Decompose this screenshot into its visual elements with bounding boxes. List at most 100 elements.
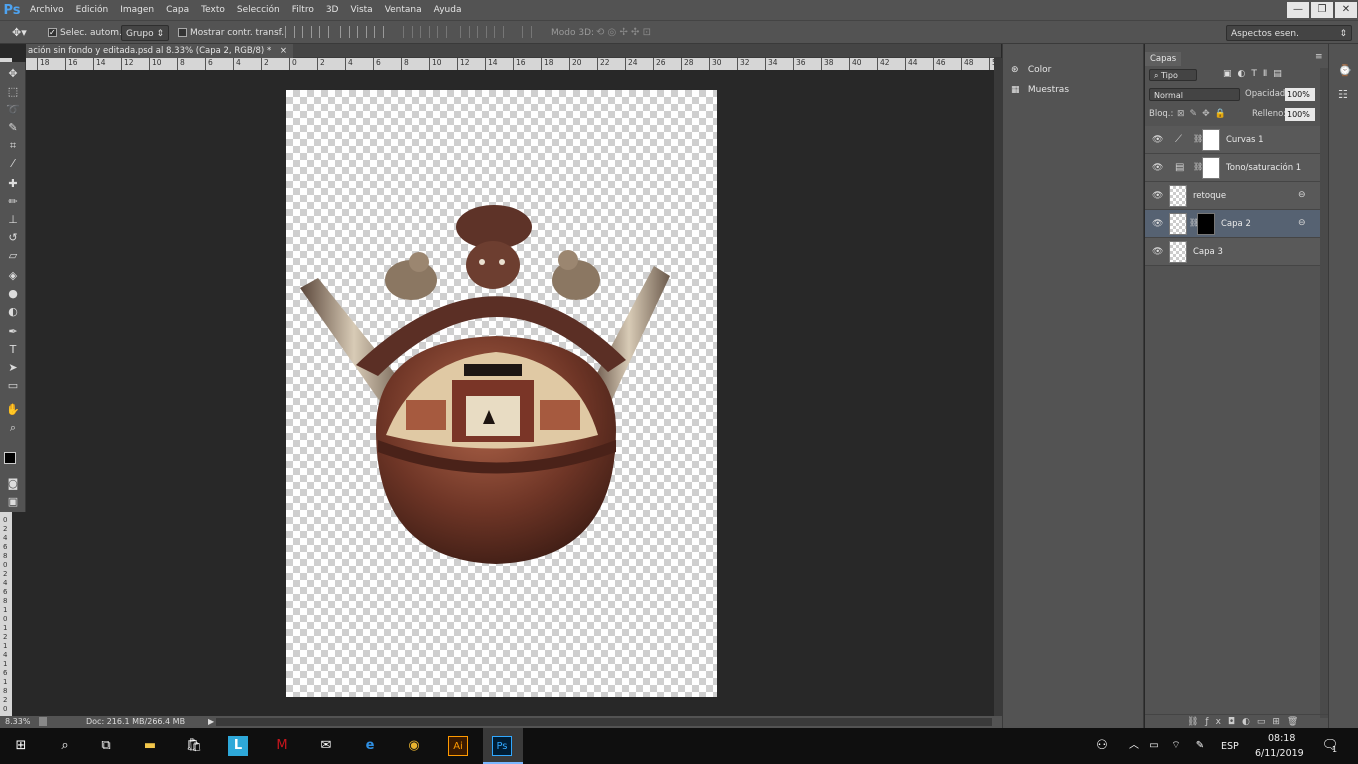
language-indicator[interactable]: ESP: [1221, 741, 1239, 752]
file-explorer-icon[interactable]: ▬: [140, 736, 160, 756]
minimize-button[interactable]: —: [1287, 2, 1309, 18]
layer-name[interactable]: Tono/saturación 1: [1226, 154, 1301, 182]
layer-thumbnail[interactable]: [1169, 241, 1187, 263]
pen-tool-icon[interactable]: ✒: [5, 324, 21, 340]
visibility-eye-icon[interactable]: 👁: [1152, 135, 1163, 145]
visibility-eye-icon[interactable]: 👁: [1152, 191, 1163, 201]
swatches-panel-button[interactable]: ▦ Muestras: [1011, 81, 1069, 99]
close-button[interactable]: ✕: [1335, 2, 1357, 18]
3d-tools-icons[interactable]: ⟲ ◎ ✢ ✣ ⊡: [596, 25, 651, 41]
paint-bucket-tool-icon[interactable]: ◈: [5, 268, 21, 284]
fill-input[interactable]: 100%: [1285, 108, 1315, 121]
battery-icon[interactable]: ▭: [1144, 736, 1164, 756]
quick-select-tool-icon[interactable]: ✎: [5, 120, 21, 136]
foreground-color-swatch[interactable]: [4, 452, 16, 464]
menu-vista[interactable]: Vista: [344, 0, 378, 20]
distribute-right-icon[interactable]: [494, 26, 504, 38]
menu-archivo[interactable]: Archivo: [24, 0, 70, 20]
move-tool-icon[interactable]: ✥: [5, 66, 21, 82]
dodge-tool-icon[interactable]: ◐: [5, 304, 21, 320]
vertical-scrollbar[interactable]: [994, 58, 1002, 716]
layer-mask-thumbnail[interactable]: [1197, 213, 1215, 235]
layer-row[interactable]: 👁 Capa 3: [1145, 238, 1320, 266]
distribute-top-icon[interactable]: [403, 26, 413, 38]
properties-panel-icon[interactable]: ☷: [1338, 88, 1348, 101]
align-left-icon[interactable]: [340, 26, 350, 38]
wifi-icon[interactable]: ⌔: [1166, 736, 1186, 756]
edge-browser-icon[interactable]: e: [360, 736, 380, 756]
layer-filter-dropdown[interactable]: ⌕ Tipo: [1149, 69, 1197, 81]
lasso-tool-icon[interactable]: ➰: [5, 102, 21, 118]
close-tab-icon[interactable]: ×: [280, 46, 287, 56]
distribute-bottom-icon[interactable]: [437, 26, 447, 38]
people-icon[interactable]: ⚇: [1092, 736, 1112, 756]
layer-name[interactable]: Capa 2: [1221, 210, 1251, 238]
restore-button[interactable]: ❐: [1311, 2, 1333, 18]
show-hidden-icons-chevron-icon[interactable]: ︿: [1124, 736, 1144, 756]
status-arrow-icon[interactable]: ▶: [208, 717, 214, 726]
layer-mask-thumbnail[interactable]: [1202, 157, 1220, 179]
align-right-icon[interactable]: [374, 26, 384, 38]
layer-row[interactable]: 👁 retoque ⊖: [1145, 182, 1320, 210]
zoom-tool-icon[interactable]: ⌕: [5, 420, 21, 436]
search-icon[interactable]: ⌕: [55, 736, 75, 756]
hand-tool-icon[interactable]: ✋: [5, 402, 21, 418]
visibility-eye-icon[interactable]: 👁: [1152, 247, 1163, 257]
lock-icons[interactable]: ⊠✎✥🔒: [1177, 109, 1231, 119]
pen-workspace-icon[interactable]: ✎: [1190, 736, 1210, 756]
menu-imagen[interactable]: Imagen: [114, 0, 160, 20]
auto-align-icon[interactable]: [522, 26, 532, 38]
history-brush-tool-icon[interactable]: ↺: [5, 230, 21, 246]
layer-mask-thumbnail[interactable]: [1202, 129, 1220, 151]
illustrator-icon[interactable]: Ai: [448, 736, 468, 756]
document-canvas[interactable]: [286, 90, 717, 697]
menu-ventana[interactable]: Ventana: [379, 0, 428, 20]
auto-select-checkbox[interactable]: Selec. autom.:: [48, 25, 125, 41]
show-transform-checkbox[interactable]: Mostrar contr. transf.: [178, 25, 284, 41]
layer-name[interactable]: Curvas 1: [1226, 126, 1264, 154]
menu-texto[interactable]: Texto: [195, 0, 231, 20]
app-l-icon[interactable]: L: [228, 736, 248, 756]
clone-stamp-tool-icon[interactable]: ⊥: [5, 212, 21, 228]
visibility-eye-icon[interactable]: 👁: [1152, 219, 1163, 229]
menu-ayuda[interactable]: Ayuda: [428, 0, 468, 20]
brush-tool-icon[interactable]: ✏: [5, 194, 21, 210]
menu-capa[interactable]: Capa: [160, 0, 195, 20]
color-panel-button[interactable]: ⊛ Color: [1011, 61, 1051, 79]
photoshop-icon[interactable]: Ps: [492, 736, 512, 756]
eraser-tool-icon[interactable]: ▱: [5, 248, 21, 264]
task-view-icon[interactable]: ⧉: [96, 736, 116, 756]
chrome-browser-icon[interactable]: ◉: [404, 736, 424, 756]
clock-date[interactable]: 6/11/2019: [1255, 748, 1304, 759]
crop-tool-icon[interactable]: ⌗: [5, 138, 21, 154]
distribute-hcenter-icon[interactable]: [477, 26, 487, 38]
menu-filtro[interactable]: Filtro: [286, 0, 320, 20]
layers-scrollbar[interactable]: [1320, 68, 1328, 718]
panel-menu-icon[interactable]: ≡: [1315, 52, 1323, 62]
distribute-left-icon[interactable]: [460, 26, 470, 38]
align-top-icon[interactable]: [285, 26, 295, 38]
distribute-vcenter-icon[interactable]: [420, 26, 430, 38]
layers-footer-icons[interactable]: ⛓ƒx◘◐▭⊞🗑: [1145, 714, 1328, 728]
history-panel-icon[interactable]: ⌚: [1338, 64, 1352, 77]
workspace-dropdown[interactable]: Aspectos esen. ⇕: [1226, 25, 1352, 41]
quick-mask-icon[interactable]: ◙: [5, 476, 21, 492]
rectangle-tool-icon[interactable]: ▭: [5, 378, 21, 394]
eyedropper-tool-icon[interactable]: ⁄: [5, 156, 21, 172]
mcafee-icon[interactable]: M: [272, 736, 292, 756]
layer-filter-icons[interactable]: ▣◐TⅡ▤: [1223, 69, 1288, 79]
store-icon[interactable]: 🛍: [184, 736, 204, 756]
layer-thumbnail[interactable]: [1169, 213, 1187, 235]
blur-tool-icon[interactable]: ●: [5, 286, 21, 302]
zoom-level[interactable]: 8.33%: [5, 717, 30, 726]
menu-seleccion[interactable]: Selección: [231, 0, 286, 20]
layer-row-selected[interactable]: 👁 ⛓ Capa 2 ⊖: [1145, 210, 1320, 238]
clock-time[interactable]: 08:18: [1268, 733, 1295, 744]
layer-row[interactable]: 👁 ⟋ ⛓ Curvas 1: [1145, 126, 1320, 154]
visibility-eye-icon[interactable]: 👁: [1152, 163, 1163, 173]
path-select-tool-icon[interactable]: ➤: [5, 360, 21, 376]
windows-start-icon[interactable]: ⊞: [11, 736, 31, 756]
mail-icon[interactable]: ✉: [316, 736, 336, 756]
menu-edicion[interactable]: Edición: [70, 0, 115, 20]
auto-select-target-dropdown[interactable]: Grupo ⇕: [121, 25, 170, 41]
